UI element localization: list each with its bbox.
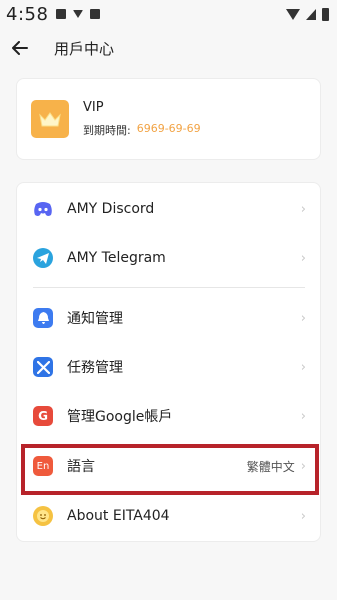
bell-icon <box>33 308 53 328</box>
status-right-icons <box>286 7 329 21</box>
page-title: 用戶中心 <box>54 39 115 58</box>
app-a-icon <box>90 9 101 19</box>
chevron-right-icon: › <box>300 201 306 217</box>
vip-expire-label: 到期時間: <box>83 124 131 137</box>
language-value: 繁體中文 <box>246 459 295 474</box>
google-icon: G <box>33 406 53 426</box>
menu-item-amy-telegram[interactable]: AMY Telegram › <box>17 234 320 282</box>
menu-item-label: 通知管理 <box>67 311 123 327</box>
status-bar: 4:58 <box>0 0 337 28</box>
tools-icon <box>33 357 53 377</box>
download-icon <box>73 10 84 18</box>
menu-item-task-manage[interactable]: 任務管理 › <box>17 343 320 391</box>
status-left-icons <box>56 9 101 19</box>
menu-item-notification-manage[interactable]: 通知管理 › <box>17 294 320 342</box>
chevron-right-icon: › <box>300 458 306 474</box>
signal-icon <box>306 8 316 20</box>
divider <box>33 287 305 288</box>
wifi-icon <box>286 8 300 20</box>
menu-item-language[interactable]: En 語言 繁體中文 › <box>17 442 320 490</box>
menu-card: AMY Discord › AMY Telegram › 通知管理 › 任務管理… <box>16 182 321 542</box>
telegram-icon <box>33 248 53 268</box>
crown-icon <box>39 112 61 127</box>
status-time: 4:58 <box>6 3 49 25</box>
back-button[interactable] <box>0 28 40 68</box>
language-icon: En <box>33 456 53 476</box>
menu-item-label: AMY Discord <box>67 201 155 217</box>
chevron-right-icon: › <box>300 508 306 524</box>
chevron-right-icon: › <box>300 310 306 326</box>
vip-title: VIP <box>83 100 104 115</box>
discord-icon <box>33 199 53 219</box>
menu-item-label: AMY Telegram <box>67 250 166 266</box>
menu-item-label: About EITA404 <box>67 508 170 524</box>
menu-item-google-account[interactable]: G 管理Google帳戶 › <box>17 392 320 440</box>
menu-item-label: 任務管理 <box>67 360 123 376</box>
image-icon <box>56 9 67 19</box>
vip-info: VIP 到期時間: 6969-69-69 <box>83 100 201 138</box>
vip-expire-row: 到期時間: 6969-69-69 <box>83 122 201 138</box>
chevron-right-icon: › <box>300 250 306 266</box>
menu-item-label: 語言 <box>67 459 95 475</box>
vip-card: VIP 到期時間: 6969-69-69 <box>16 78 321 160</box>
battery-icon <box>322 7 329 21</box>
vip-expire-date: 6969-69-69 <box>136 122 201 135</box>
menu-item-about[interactable]: About EITA404 › <box>17 492 320 540</box>
menu-item-amy-discord[interactable]: AMY Discord › <box>17 185 320 233</box>
arrow-left-icon <box>12 41 28 55</box>
menu-item-label: 管理Google帳戶 <box>67 409 173 425</box>
app-bar: 用戶中心 <box>0 28 337 68</box>
chevron-right-icon: › <box>300 408 306 424</box>
vip-badge <box>31 100 69 138</box>
chevron-right-icon: › <box>300 359 306 375</box>
about-smiley-icon <box>33 506 53 526</box>
